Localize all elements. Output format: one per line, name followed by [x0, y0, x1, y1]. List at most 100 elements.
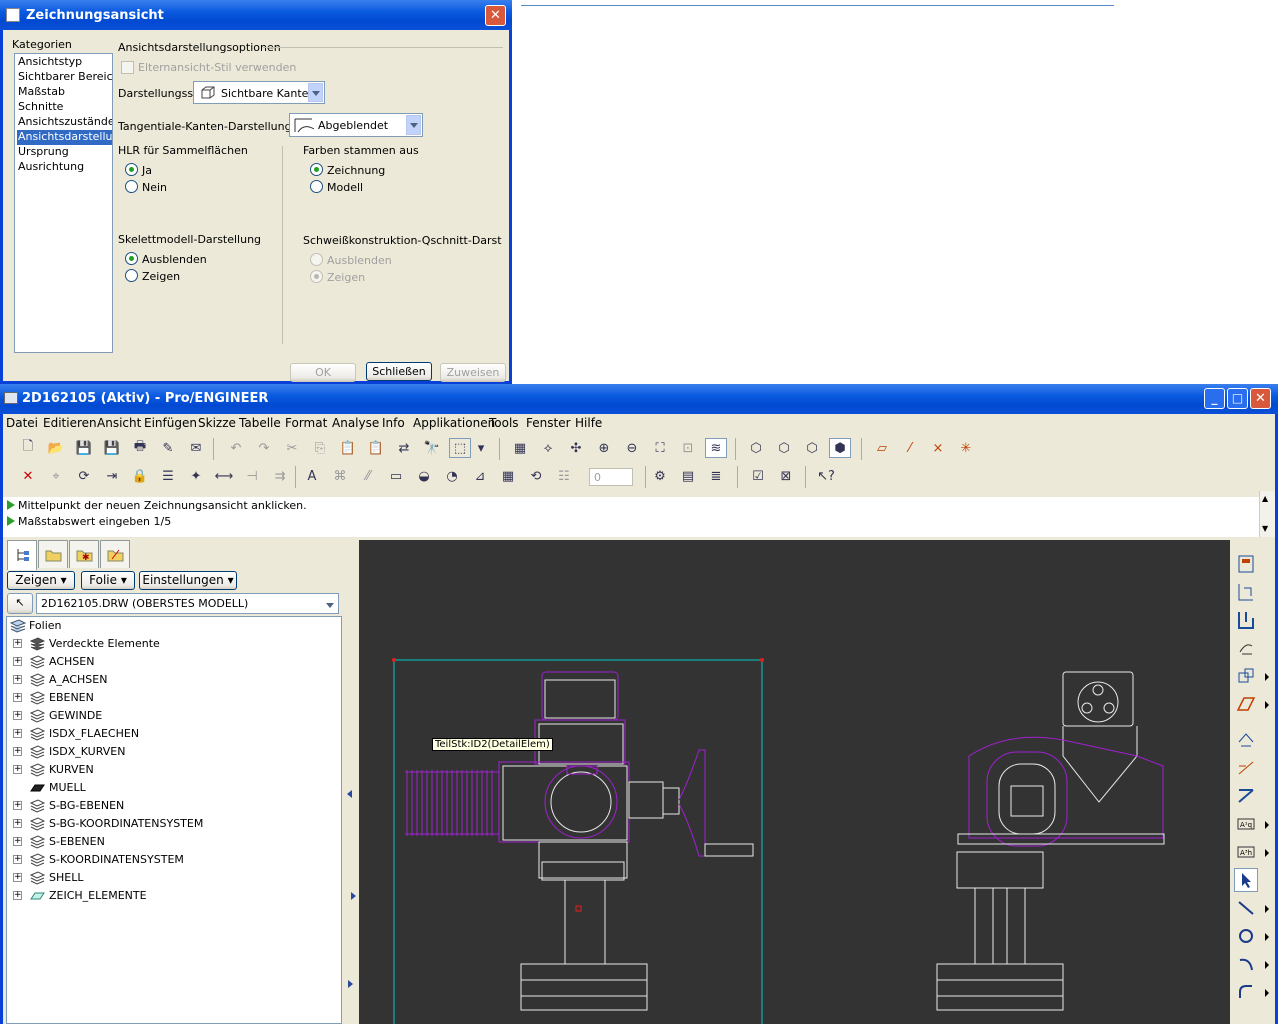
projection-view-icon[interactable]	[1234, 580, 1258, 604]
menu-skizze[interactable]: Skizze	[198, 416, 236, 430]
note-tool-icon[interactable]	[1234, 784, 1258, 808]
arc-tool-icon[interactable]	[1234, 952, 1258, 976]
no-hidden-icon[interactable]: ⬡	[801, 438, 823, 458]
open-icon[interactable]: 📂	[45, 438, 67, 458]
save-icon[interactable]: 💾	[73, 438, 95, 458]
delete-icon[interactable]: ✕	[17, 466, 39, 486]
bom-icon[interactable]: ☷	[553, 466, 575, 486]
regenerate-icon[interactable]: ⇄	[393, 438, 415, 458]
display-style-select[interactable]: Sichtbare Kanten	[193, 81, 325, 104]
align-dimension-icon[interactable]: ⊣	[241, 466, 263, 486]
layer-row[interactable]: + S-KOORDINATENSYSTEM	[7, 851, 337, 869]
note-icon[interactable]: A	[301, 466, 323, 486]
layer-row[interactable]: + KURVEN	[7, 761, 337, 779]
expand-icon[interactable]: +	[13, 657, 22, 666]
menu-ansicht[interactable]: Ansicht	[97, 416, 141, 430]
repaint-icon[interactable]: ▦	[509, 438, 531, 458]
wireframe-icon[interactable]: ⬡	[745, 438, 767, 458]
expand-icon[interactable]: +	[13, 747, 22, 756]
category-item[interactable]: Sichtbarer Bereich	[17, 70, 112, 85]
menu-format[interactable]: Format	[285, 416, 327, 430]
redo-icon[interactable]: ↷	[253, 438, 275, 458]
zoom-out-icon[interactable]: ⊖	[621, 438, 643, 458]
undo-icon[interactable]: ↶	[225, 438, 247, 458]
gtol-icon[interactable]: ▭	[385, 466, 407, 486]
tree-root[interactable]: Folien	[7, 617, 337, 635]
hidden-line-icon[interactable]: ⬡	[773, 438, 795, 458]
circle-tool-icon[interactable]	[1234, 924, 1258, 948]
model-player-icon[interactable]: ⚙	[649, 466, 671, 486]
category-item-selected[interactable]: Ansichtsdarstellung	[17, 130, 112, 145]
ok-button[interactable]: OK	[290, 363, 356, 382]
weld-show-radio[interactable]	[310, 270, 323, 283]
context-help-icon[interactable]: ↖?	[815, 466, 837, 486]
expand-icon[interactable]: +	[13, 639, 22, 648]
properties-icon[interactable]: ▤	[677, 466, 699, 486]
expand-right-icon[interactable]	[348, 980, 353, 988]
close-button[interactable]: Schließen	[366, 362, 432, 381]
chevron-down-icon[interactable]	[322, 595, 337, 612]
show-annotations-icon[interactable]: ⌖	[45, 466, 67, 486]
layers-icon[interactable]: ≋	[705, 438, 727, 458]
category-item[interactable]: Ansichtstyp	[17, 55, 112, 70]
relations-icon[interactable]: ≣	[705, 466, 727, 486]
layer-row[interactable]: + SHELL	[7, 869, 337, 887]
new-icon[interactable]: 🗋	[17, 438, 39, 458]
layer-row[interactable]: + A_ACHSEN	[7, 671, 337, 689]
collapse-left-icon[interactable]	[347, 790, 352, 798]
activate-window-icon[interactable]: ☑	[747, 466, 769, 486]
paste-special-icon[interactable]: 📋	[365, 438, 387, 458]
colors-drawing-radio[interactable]	[310, 163, 323, 176]
flyout-arrow-icon[interactable]	[1265, 849, 1269, 857]
view-display-icon[interactable]	[1234, 664, 1258, 688]
flyout-arrow-icon[interactable]	[1265, 989, 1269, 997]
show-model-icon[interactable]: ✦	[185, 466, 207, 486]
layer-row[interactable]: + ZEICH_ELEMENTE	[7, 887, 337, 905]
find-icon[interactable]: 🔭	[421, 438, 443, 458]
expand-icon[interactable]: +	[13, 693, 22, 702]
hlr-yes-radio[interactable]	[125, 163, 138, 176]
flyout-arrow-icon[interactable]	[1265, 821, 1269, 829]
detail-view-icon[interactable]	[1234, 608, 1258, 632]
spin-value-field[interactable]: 0	[589, 468, 633, 486]
category-item[interactable]: Ursprung	[17, 145, 112, 160]
close-window-icon[interactable]: ⊠	[775, 466, 797, 486]
datum-points-icon[interactable]: ×	[927, 438, 949, 458]
dimension-tool-icon[interactable]	[1234, 756, 1258, 780]
category-item[interactable]: Ansichtszustände	[17, 115, 112, 130]
flyout-arrow-icon[interactable]	[1265, 961, 1269, 969]
ordinate-icon[interactable]: ⇉	[269, 466, 291, 486]
sketch-plane-icon[interactable]	[1234, 692, 1258, 716]
select-tool-icon[interactable]	[1234, 868, 1258, 892]
expand-icon[interactable]: +	[13, 819, 22, 828]
coord-sys-icon[interactable]: ✳	[955, 438, 977, 458]
layer-tree[interactable]: Folien + Verdeckte Elemente + ACHSEN + A_ACHS…	[6, 616, 342, 1024]
general-view-icon[interactable]	[1234, 552, 1258, 576]
dialog-close-icon[interactable]: ✕	[485, 5, 506, 26]
tab-favorites[interactable]: ✱	[69, 540, 99, 568]
weld-hide-radio[interactable]	[310, 253, 323, 266]
layer-row[interactable]: + ACHSEN	[7, 653, 337, 671]
scroll-up-icon[interactable]: ▲	[1262, 494, 1268, 503]
expand-icon[interactable]: +	[13, 891, 22, 900]
move-to-sheet-icon[interactable]: ⇥	[101, 466, 123, 486]
layer-row[interactable]: + S-BG-EBENEN	[7, 797, 337, 815]
tangent-style-select[interactable]: Abgeblendet	[289, 113, 423, 137]
zoom-in-icon[interactable]: ⊕	[593, 438, 615, 458]
tab-model-tree[interactable]	[7, 540, 37, 570]
menu-info[interactable]: Info	[382, 416, 405, 430]
dialog-titlebar[interactable]: Zeichnungsansicht ✕	[0, 0, 512, 30]
symbol-tool-icon[interactable]: A³h	[1234, 840, 1258, 864]
save-copy-icon[interactable]: 💾	[101, 438, 123, 458]
spin-center-icon[interactable]: ⟡	[537, 438, 559, 458]
move-view-icon[interactable]	[1234, 636, 1258, 660]
table-lines-icon[interactable]: ☰	[157, 466, 179, 486]
category-item[interactable]: Schnitte	[17, 100, 112, 115]
dimension-icon[interactable]: ⟷	[213, 466, 235, 486]
show-annotation-icon[interactable]	[1234, 728, 1258, 752]
minimize-icon[interactable]: _	[1204, 388, 1225, 409]
expand-icon[interactable]: +	[13, 873, 22, 882]
layer-row[interactable]: + S-EBENEN	[7, 833, 337, 851]
print-icon[interactable]: 🖶	[129, 438, 151, 458]
main-titlebar[interactable]: 2D162105 (Aktiv) - Pro/ENGINEER _ □ ✕	[0, 384, 1278, 414]
